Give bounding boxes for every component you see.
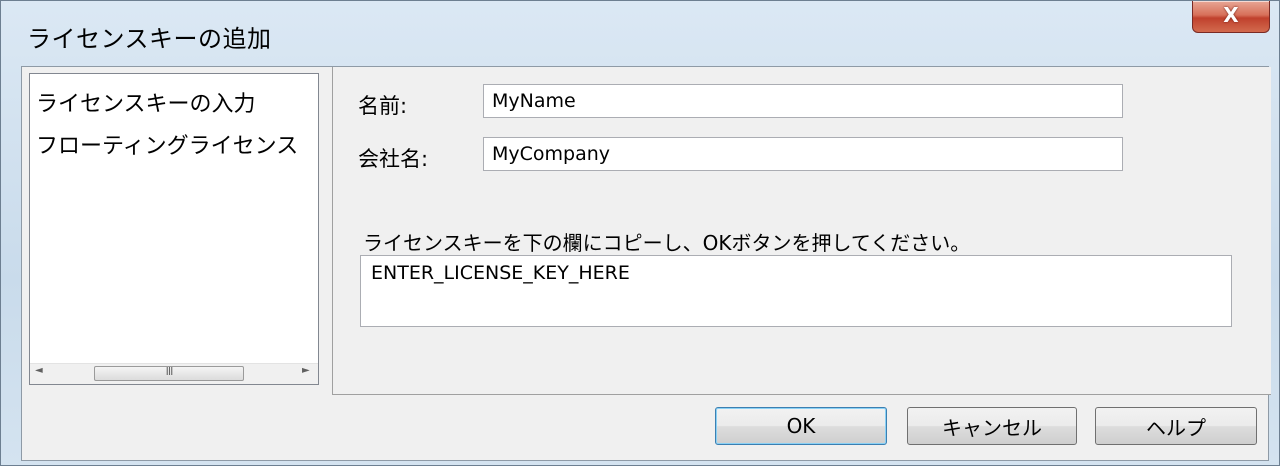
help-button[interactable]: ヘルプ	[1095, 407, 1257, 445]
company-field[interactable]	[483, 137, 1123, 171]
close-icon: X	[1223, 3, 1239, 27]
ok-button[interactable]: OK	[715, 407, 887, 445]
name-label: 名前:	[358, 94, 408, 118]
scroll-thumb[interactable]: III	[94, 365, 244, 381]
horizontal-scrollbar[interactable]: ◄ III ►	[30, 363, 318, 384]
instruction-text: ライセンスキーを下の欄にコピーし、OKボタンを押してください。	[363, 231, 971, 255]
license-form-panel: 名前: 会社名: ライセンスキーを下の欄にコピーし、OKボタンを押してください。…	[332, 67, 1271, 395]
dialog-window: ライセンスキーの追加 X ライセンスキーの入力 フローティングライセンス ◄ I…	[0, 0, 1280, 466]
name-field[interactable]	[483, 84, 1123, 118]
dialog-client-area: ライセンスキーの入力 フローティングライセンス ◄ III ► 名前: 会社名:…	[21, 66, 1271, 461]
license-key-field[interactable]: ENTER_LICENSE_KEY_HERE	[360, 255, 1232, 327]
list-item-floating-license[interactable]: フローティングライセンス	[36, 128, 298, 160]
scroll-left-icon[interactable]: ◄	[35, 365, 43, 376]
company-label: 会社名:	[358, 147, 429, 171]
category-list[interactable]: ライセンスキーの入力 フローティングライセンス ◄ III ►	[29, 73, 319, 385]
cancel-button[interactable]: キャンセル	[907, 407, 1077, 445]
scroll-grip-icon: III	[165, 365, 174, 378]
scroll-right-icon[interactable]: ►	[302, 365, 310, 376]
window-title: ライセンスキーの追加	[27, 25, 272, 53]
close-button[interactable]: X	[1192, 1, 1270, 33]
list-item-license-key-input[interactable]: ライセンスキーの入力	[36, 86, 256, 118]
